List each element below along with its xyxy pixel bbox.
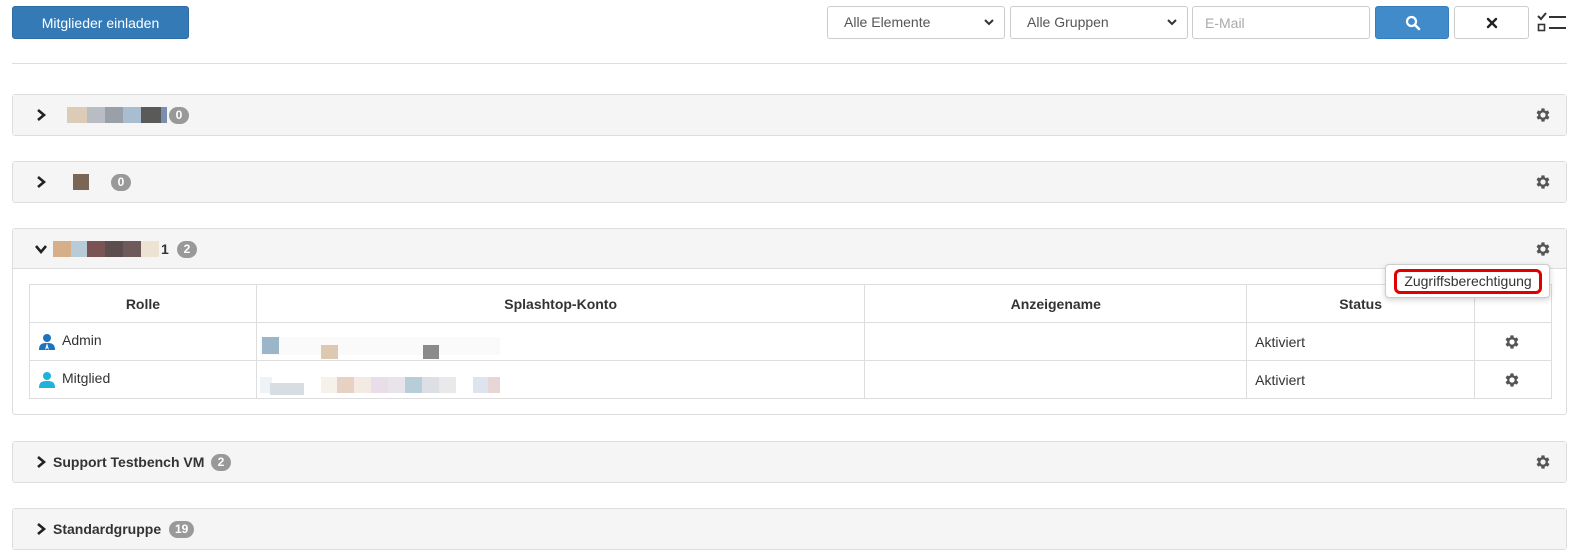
member-count-badge: 19 (169, 521, 195, 538)
gear-icon[interactable] (1503, 371, 1521, 389)
col-account: Splashtop-Konto (255, 284, 866, 323)
account-cell (255, 360, 866, 399)
close-icon (1486, 17, 1498, 29)
table-row: Admin Aktiviert (29, 322, 1552, 361)
chevron-down-icon (1167, 19, 1177, 26)
group-name: Standardgruppe (53, 521, 162, 537)
group-panel-expanded: 1 2 Rolle Splashtop-Konto Anzeigename St… (12, 228, 1567, 415)
redacted-group-name (53, 241, 159, 257)
search-button[interactable] (1375, 6, 1449, 39)
group-filter-select[interactable]: Alle Gruppen (1010, 6, 1188, 39)
col-role: Rolle (29, 284, 257, 323)
chevron-right-icon (37, 109, 47, 121)
group-filter-value: Alle Gruppen (1027, 14, 1109, 30)
chevron-right-icon (37, 176, 47, 188)
group-header[interactable]: Standardgruppe 19 (13, 509, 1566, 549)
status-cell: Aktiviert (1246, 360, 1476, 399)
element-filter-select[interactable]: Alle Elemente (827, 6, 1005, 39)
table-row: Mitglied Aktiviert (29, 360, 1552, 399)
admin-user-icon (39, 333, 55, 350)
member-count-badge: 0 (169, 107, 189, 124)
gear-icon[interactable] (1534, 173, 1552, 191)
role-label: Admin (62, 332, 102, 349)
gear-icon[interactable] (1503, 333, 1521, 351)
status-cell: Aktiviert (1246, 322, 1476, 361)
toolbar: Mitglieder einladen Alle Elemente Alle G… (0, 0, 1587, 50)
member-count-badge: 2 (177, 241, 197, 258)
member-count-badge: 2 (211, 454, 231, 471)
members-table: Rolle Splashtop-Konto Anzeigename Status… (29, 284, 1552, 399)
clear-filter-button[interactable] (1454, 6, 1529, 39)
group-panel: Standardgruppe 19 (12, 508, 1567, 550)
checklist-icon[interactable] (1537, 10, 1567, 34)
group-header[interactable]: 0 (13, 95, 1566, 135)
chevron-down-icon (35, 245, 47, 255)
group-settings-popover: Zugriffsberechtigung (1385, 264, 1550, 298)
redacted-account (259, 337, 500, 359)
chevron-down-icon (984, 19, 994, 26)
group-panel: 0 (12, 161, 1567, 203)
table-header-row: Rolle Splashtop-Konto Anzeigename Status (29, 284, 1552, 323)
redacted-group-name (67, 107, 167, 123)
email-search-input[interactable] (1192, 6, 1370, 39)
group-panel: 0 (12, 94, 1567, 136)
group-name: Support Testbench VM (53, 454, 205, 470)
redacted-account (259, 377, 500, 395)
invite-members-button[interactable]: Mitglieder einladen (12, 6, 189, 39)
gear-icon[interactable] (1534, 106, 1552, 124)
group-name: 1 (161, 241, 169, 257)
divider (12, 63, 1567, 64)
group-header[interactable]: 0 (13, 162, 1566, 202)
account-cell (255, 322, 866, 361)
row-actions-cell (1474, 322, 1552, 361)
group-header[interactable]: 1 2 (13, 229, 1566, 269)
element-filter-value: Alle Elemente (844, 14, 931, 30)
group-header[interactable]: Support Testbench VM 2 (13, 442, 1566, 482)
gear-icon[interactable] (1534, 453, 1552, 471)
role-label: Mitglied (62, 370, 111, 387)
col-display-name: Anzeigename (864, 284, 1248, 323)
role-cell: Admin (29, 322, 257, 361)
group-panel: Support Testbench VM 2 (12, 441, 1567, 483)
role-cell: Mitglied (29, 360, 257, 399)
redacted-group-name (71, 174, 91, 190)
display-name-cell (864, 360, 1248, 399)
member-user-icon (39, 371, 55, 388)
gear-icon[interactable] (1534, 240, 1552, 258)
search-icon (1405, 15, 1421, 31)
access-permission-menu-item[interactable]: Zugriffsberechtigung (1394, 269, 1542, 294)
row-actions-cell (1474, 360, 1552, 399)
member-count-badge: 0 (111, 174, 131, 191)
display-name-cell (864, 322, 1248, 361)
chevron-right-icon (37, 456, 47, 468)
chevron-right-icon (37, 523, 47, 535)
